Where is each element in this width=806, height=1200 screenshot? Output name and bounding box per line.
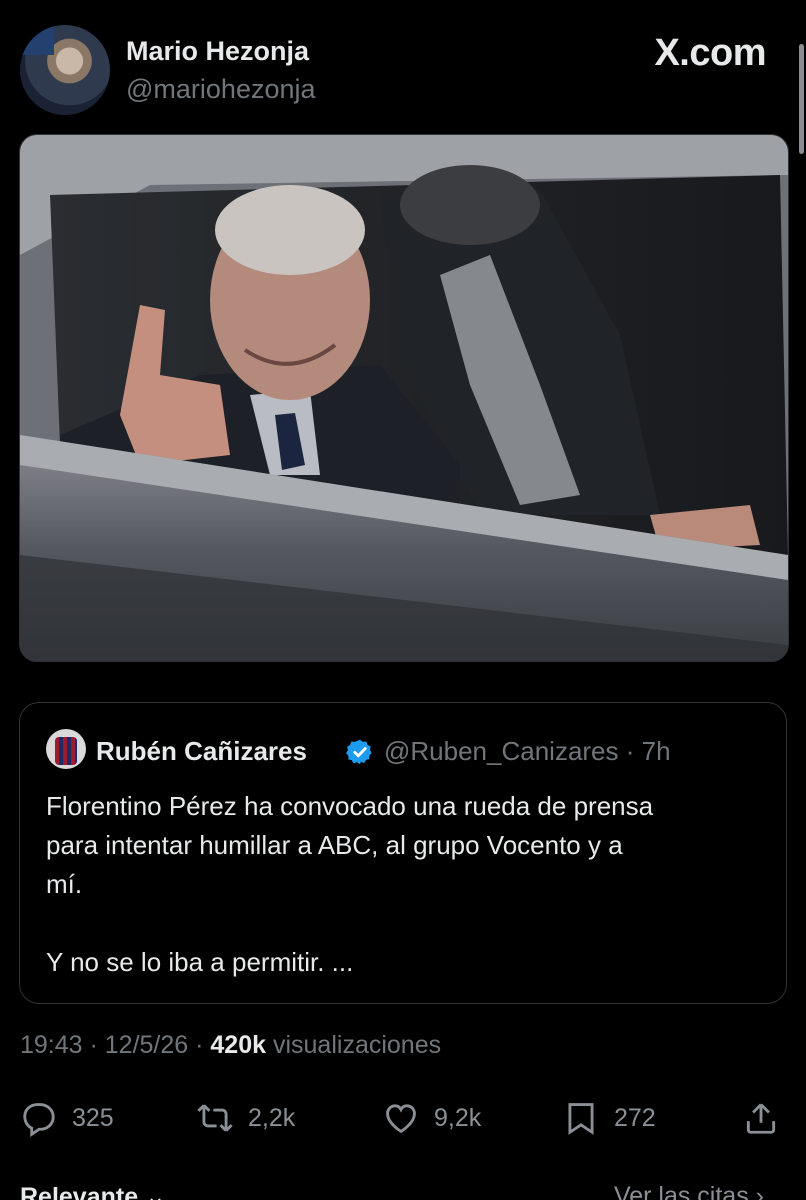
repost-icon: [197, 1104, 233, 1132]
share-button[interactable]: [742, 1090, 780, 1146]
post-meta: 19:43 · 12/5/26 · 420k visualizaciones: [20, 1031, 441, 1060]
post-timestamp[interactable]: 19:43 · 12/5/26 ·: [20, 1031, 210, 1059]
quoted-text-line: Florentino Pérez ha convocado una rueda …: [46, 791, 654, 821]
action-bar: 325 2,2k 9,2k 272: [0, 1090, 806, 1146]
post-image[interactable]: [19, 134, 789, 662]
reply-icon: [23, 1103, 55, 1137]
repost-count: 2,2k: [248, 1103, 296, 1132]
quoted-post-text: Florentino Pérez ha convocado una rueda …: [46, 787, 766, 982]
quoted-text-line: para intentar humillar a ABC, al grupo V…: [46, 830, 623, 860]
scrollbar[interactable]: [799, 44, 804, 154]
reply-count: 325: [72, 1103, 114, 1132]
verified-badge-icon: [346, 739, 372, 765]
author-handle[interactable]: @mariohezonja: [126, 74, 316, 105]
sort-dropdown[interactable]: Relevante ⌄: [20, 1182, 166, 1200]
bookmark-count: 272: [614, 1103, 656, 1132]
quoted-author-handle[interactable]: @Ruben_Canizares · 7h: [384, 736, 671, 767]
quoted-author-name[interactable]: Rubén Cañizares: [96, 736, 307, 767]
quoted-post[interactable]: Rubén Cañizares @Ruben_Canizares · 7h Fl…: [19, 702, 787, 1004]
bookmark-icon: [568, 1103, 594, 1135]
quoted-text-last: Y no se lo iba a permitir. ...: [46, 947, 354, 977]
views-count: 420k: [210, 1031, 267, 1059]
views-label: visualizaciones: [266, 1031, 442, 1059]
repost-button[interactable]: 2,2k: [196, 1090, 295, 1146]
reply-button[interactable]: 325: [20, 1090, 114, 1146]
bookmark-button[interactable]: 272: [562, 1090, 656, 1146]
brand-logo: X.com: [654, 32, 766, 74]
replies-sort-bar: Relevante ⌄ Ver las citas ›: [0, 1180, 806, 1200]
quoted-text-line: mí.: [46, 869, 83, 899]
share-icon: [746, 1103, 776, 1134]
view-quotes-link[interactable]: Ver las citas ›: [614, 1182, 764, 1200]
heart-icon: [386, 1104, 416, 1134]
post-header: Mario Hezonja @mariohezonja X.com: [0, 0, 806, 130]
author-name[interactable]: Mario Hezonja: [126, 36, 309, 67]
author-avatar[interactable]: [20, 25, 110, 115]
like-count: 9,2k: [434, 1103, 482, 1132]
quoted-author-avatar[interactable]: [46, 729, 86, 769]
like-button[interactable]: 9,2k: [382, 1090, 481, 1146]
